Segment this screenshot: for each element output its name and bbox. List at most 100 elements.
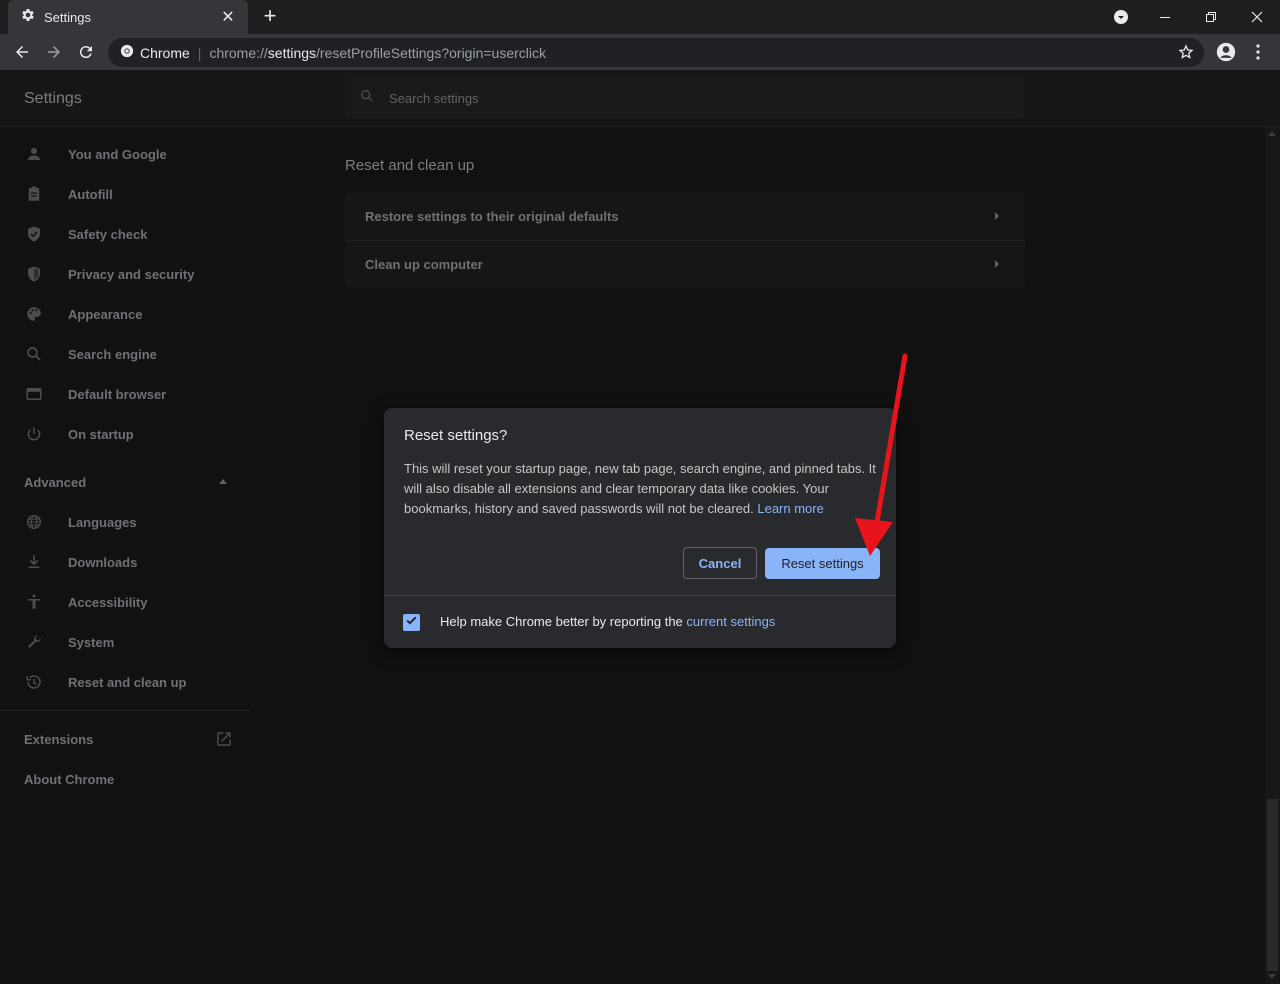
- sidebar-item-privacy-and-security[interactable]: Privacy and security: [0, 254, 250, 294]
- close-tab-icon[interactable]: ✕: [218, 7, 238, 27]
- browser-toolbar: Chrome | chrome://settings/resetProfileS…: [0, 34, 1280, 70]
- tab-settings[interactable]: Settings ✕: [8, 0, 248, 34]
- shield-check-icon: [24, 224, 44, 244]
- sidebar-item-label: System: [68, 634, 115, 650]
- scroll-down-arrow-icon[interactable]: [1268, 974, 1276, 979]
- url-scheme: chrome://: [209, 44, 268, 61]
- clipboard-icon: [24, 184, 44, 204]
- sidebar-item-reset-and-clean-up[interactable]: Reset and clean up: [0, 662, 250, 702]
- sidebar-item-label: On startup: [68, 426, 134, 442]
- settings-search[interactable]: [345, 78, 1025, 118]
- search-icon: [359, 88, 375, 109]
- search-input[interactable]: [389, 90, 989, 106]
- sidebar-divider: [0, 710, 250, 711]
- sidebar-item-accessibility[interactable]: Accessibility: [0, 582, 250, 622]
- sidebar-item-label: Downloads: [68, 554, 138, 570]
- sidebar-item-label: Reset and clean up: [68, 674, 187, 690]
- cancel-button[interactable]: Cancel: [683, 547, 757, 579]
- power-icon: [24, 424, 44, 444]
- search-icon: [24, 344, 44, 364]
- browser-window-icon: [24, 384, 44, 404]
- sidebar-item-label: Privacy and security: [68, 266, 195, 282]
- tab-search-icon[interactable]: [1098, 0, 1144, 34]
- sidebar-item-on-startup[interactable]: On startup: [0, 414, 250, 454]
- row-label: Clean up computer: [365, 256, 483, 272]
- shield-icon: [24, 264, 44, 284]
- sidebar-item-downloads[interactable]: Downloads: [0, 542, 250, 582]
- person-icon: [24, 144, 44, 164]
- reset-settings-dialog: Reset settings? This will reset your sta…: [384, 408, 896, 648]
- sidebar-item-safety-check[interactable]: Safety check: [0, 214, 250, 254]
- globe-icon: [24, 512, 44, 532]
- checkbox-label: Help make Chrome better by reporting the…: [440, 614, 775, 629]
- sidebar-item-label: Default browser: [68, 386, 167, 402]
- close-window-icon[interactable]: [1234, 0, 1280, 34]
- sidebar-item-label: Autofill: [68, 186, 113, 202]
- minimize-icon[interactable]: [1142, 0, 1188, 34]
- accessibility-icon: [24, 592, 44, 612]
- gear-icon: [20, 7, 36, 28]
- advanced-label: Advanced: [24, 474, 87, 490]
- chevron-right-icon: [995, 260, 999, 268]
- sidebar-item-languages[interactable]: Languages: [0, 502, 250, 542]
- reload-icon[interactable]: [72, 38, 100, 66]
- palette-icon: [24, 304, 44, 324]
- download-icon: [24, 552, 44, 572]
- page-scrollbar[interactable]: [1265, 127, 1280, 984]
- sidebar-advanced-toggle[interactable]: Advanced: [0, 462, 250, 502]
- tab-strip: Settings ✕ +: [0, 0, 1280, 34]
- section-heading: Reset and clean up: [345, 157, 475, 174]
- sidebar-item-label: You and Google: [68, 146, 167, 162]
- bookmark-star-icon[interactable]: [1172, 38, 1200, 66]
- settings-header: Settings: [0, 70, 1280, 127]
- site-chip: Chrome: [140, 44, 190, 61]
- learn-more-link[interactable]: Learn more: [757, 501, 823, 516]
- restore-icon[interactable]: [1188, 0, 1234, 34]
- scroll-up-arrow-icon[interactable]: [1268, 131, 1276, 136]
- dialog-divider: [384, 595, 896, 596]
- dialog-title: Reset settings?: [404, 427, 508, 444]
- report-settings-checkbox[interactable]: [403, 614, 420, 631]
- sidebar-item-label: Search engine: [68, 346, 157, 362]
- reset-card: Restore settings to their original defau…: [345, 192, 1025, 288]
- sidebar-item-label: Languages: [68, 514, 137, 530]
- current-settings-link[interactable]: current settings: [686, 614, 775, 629]
- sidebar-item-appearance[interactable]: Appearance: [0, 294, 250, 334]
- sidebar-item-search-engine[interactable]: Search engine: [0, 334, 250, 374]
- tab-title: Settings: [44, 9, 91, 25]
- kebab-menu-icon[interactable]: [1244, 38, 1272, 66]
- sidebar-item-system[interactable]: System: [0, 622, 250, 662]
- sidebar-item-you-and-google[interactable]: You and Google: [0, 134, 250, 174]
- chevron-right-icon: [995, 212, 999, 220]
- new-tab-button[interactable]: +: [258, 5, 282, 29]
- restore-defaults-row[interactable]: Restore settings to their original defau…: [345, 192, 1025, 240]
- url-path: /resetProfileSettings?origin=userclick: [316, 44, 546, 61]
- row-label: Restore settings to their original defau…: [365, 208, 619, 224]
- chevron-up-icon: [219, 479, 227, 484]
- sidebar-item-default-browser[interactable]: Default browser: [0, 374, 250, 414]
- forward-arrow-icon[interactable]: [40, 38, 68, 66]
- back-arrow-icon[interactable]: [8, 38, 36, 66]
- reset-settings-button[interactable]: Reset settings: [765, 548, 880, 579]
- extensions-label: Extensions: [24, 731, 94, 747]
- external-link-icon: [215, 730, 233, 753]
- sidebar-item-extensions[interactable]: Extensions: [0, 719, 250, 759]
- sidebar-item-label: Appearance: [68, 306, 143, 322]
- url-host: settings: [267, 44, 317, 61]
- page-title: Settings: [24, 90, 82, 107]
- wrench-icon: [24, 632, 44, 652]
- dialog-body: This will reset your startup page, new t…: [404, 459, 880, 519]
- sidebar-item-label: Safety check: [68, 226, 148, 242]
- profile-avatar-icon[interactable]: [1212, 38, 1240, 66]
- chrome-logo-icon: [120, 44, 134, 61]
- sidebar-item-about-chrome[interactable]: About Chrome: [0, 759, 250, 799]
- checkbox-text: Help make Chrome better by reporting the: [440, 614, 683, 629]
- sidebar-item-label: Accessibility: [68, 594, 148, 610]
- about-chrome-label: About Chrome: [24, 771, 115, 787]
- sidebar-item-autofill[interactable]: Autofill: [0, 174, 250, 214]
- scrollbar-thumb[interactable]: [1267, 799, 1278, 971]
- history-icon: [24, 672, 44, 692]
- address-bar[interactable]: Chrome | chrome://settings/resetProfileS…: [108, 38, 1204, 67]
- clean-up-computer-row[interactable]: Clean up computer: [345, 240, 1025, 288]
- settings-sidebar: You and Google Autofill Safety check Pri…: [0, 127, 250, 984]
